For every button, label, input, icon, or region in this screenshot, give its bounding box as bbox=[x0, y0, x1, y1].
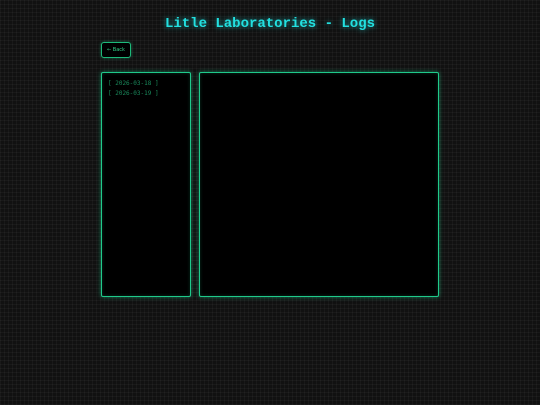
back-button[interactable]: ← Back bbox=[101, 42, 131, 58]
page-title: Litle Laboratories - Logs bbox=[164, 16, 376, 32]
log-entry-2026-03-19[interactable]: [ 2026-03-19 ] bbox=[102, 89, 190, 99]
log-entry-2026-03-18[interactable]: [ 2026-03-18 ] bbox=[102, 79, 190, 89]
log-list-panel: [ 2026-03-18 ] [ 2026-03-19 ] bbox=[101, 72, 191, 297]
log-list: [ 2026-03-18 ] [ 2026-03-19 ] bbox=[102, 79, 190, 99]
log-content-panel bbox=[199, 72, 439, 297]
